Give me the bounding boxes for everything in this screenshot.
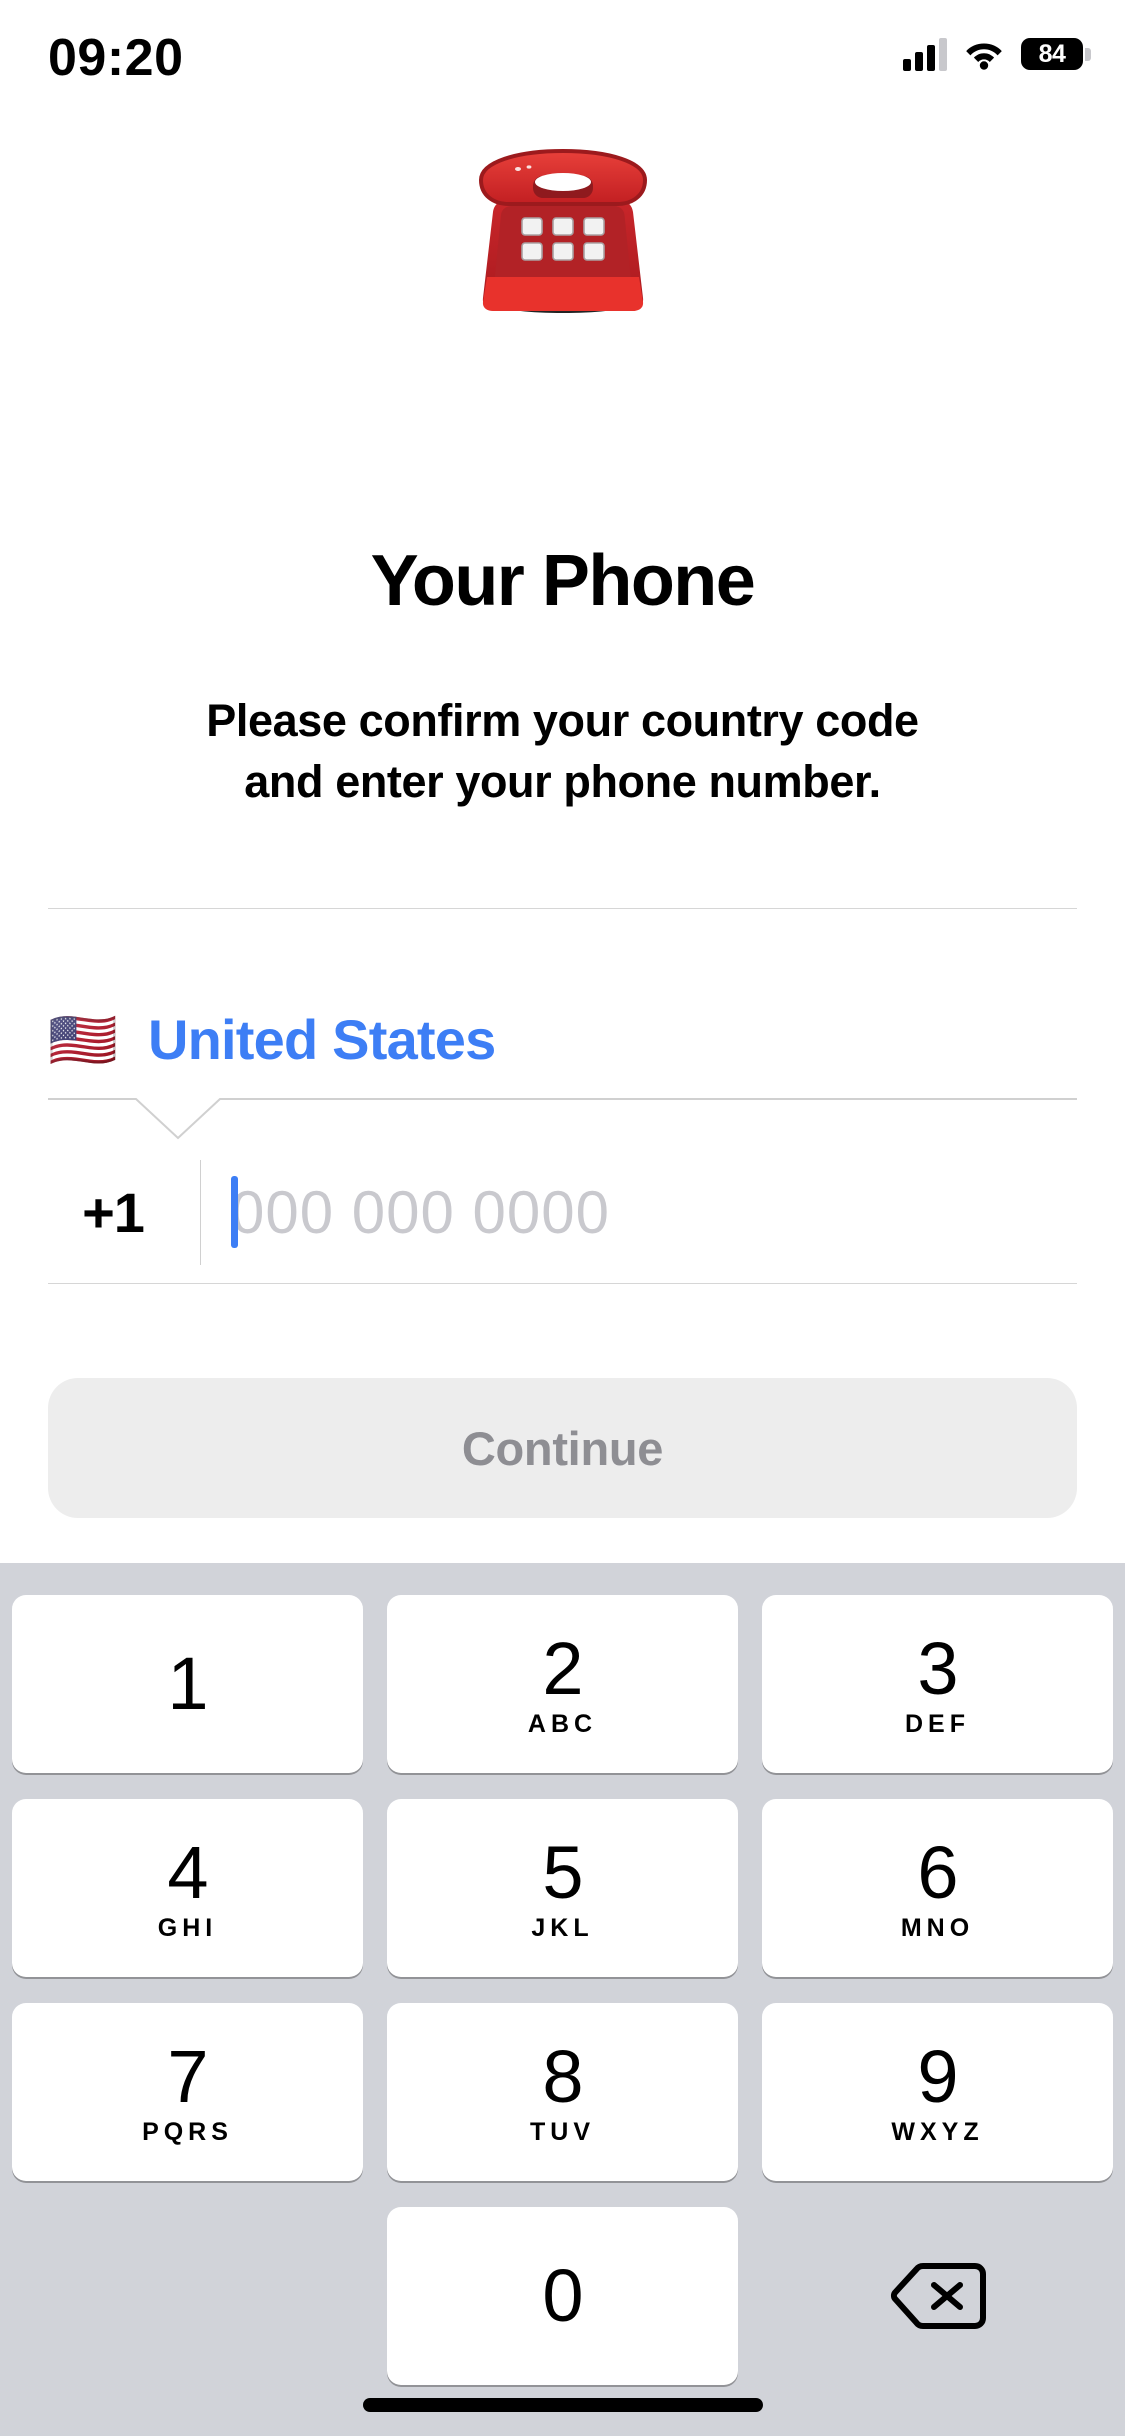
home-indicator xyxy=(362,2398,763,2412)
keypad-key-7[interactable]: 7 PQRS xyxy=(12,2003,363,2181)
phone-number-entry-screen: 09:20 84 Your Phone Please confirm your … xyxy=(0,0,1125,2436)
country-name-label: United States xyxy=(148,1007,496,1071)
keypad-key-digit: 0 xyxy=(542,2254,583,2337)
keypad-cell xyxy=(750,2206,1125,2386)
keypad-key-1[interactable]: 1 xyxy=(12,1595,363,1773)
page-subtitle-line-1: Please confirm your country code xyxy=(206,695,919,746)
keypad-key-9[interactable]: 9 WXYZ xyxy=(762,2003,1113,2181)
page-title: Your Phone xyxy=(370,541,756,621)
status-bar-indicators: 84 xyxy=(903,30,1091,78)
keypad-key-8[interactable]: 8 TUV xyxy=(387,2003,738,2181)
keypad-key-digit: 6 xyxy=(917,1831,958,1914)
keypad-key-digit: 9 xyxy=(917,2035,958,2118)
keypad-key-3[interactable]: 3 DEF xyxy=(762,1595,1113,1773)
keypad-key-0[interactable]: 0 xyxy=(387,2207,738,2385)
telephone-emoji-art xyxy=(478,148,647,313)
keypad-key-letters: JKL xyxy=(531,1914,594,1942)
page-subtitle-line-2: and enter your phone number. xyxy=(244,756,881,807)
country-selector[interactable]: 🇺🇸 United States xyxy=(48,1000,1077,1078)
form-divider-top xyxy=(48,908,1077,909)
keypad-key-digit: 2 xyxy=(542,1627,583,1710)
keypad-cell: 7 PQRS xyxy=(0,2002,375,2182)
keypad-key-5[interactable]: 5 JKL xyxy=(387,1799,738,1977)
keypad-key-6[interactable]: 6 MNO xyxy=(762,1799,1113,1977)
country-code-notch-divider xyxy=(48,1098,1077,1144)
keypad-row-4: 0 xyxy=(0,2206,1125,2386)
keypad-cell: 9 WXYZ xyxy=(750,2002,1125,2182)
keypad-cell: 3 DEF xyxy=(750,1594,1125,1774)
continue-button[interactable]: Continue xyxy=(48,1378,1077,1518)
keypad-cell-empty xyxy=(0,2206,375,2386)
page-subtitle: Please confirm your country code and ent… xyxy=(0,690,1125,812)
keypad-row-3: 7 PQRS 8 TUV 9 WXYZ xyxy=(0,2002,1125,2182)
wifi-icon xyxy=(966,43,1002,70)
keypad-key-digit: 5 xyxy=(542,1831,583,1914)
keypad-cell: 5 JKL xyxy=(375,1798,750,1978)
numeric-keypad: 1 2 ABC 3 DEF 4 GHI 5 JKL 6 MNO 7 PQRS 8… xyxy=(0,1563,1125,2436)
keypad-key-4[interactable]: 4 GHI xyxy=(12,1799,363,1977)
keypad-key-letters: MNO xyxy=(900,1914,975,1942)
keypad-key-letters: GHI xyxy=(157,1914,218,1942)
keypad-row-1: 1 2 ABC 3 DEF xyxy=(0,1594,1125,1774)
keypad-key-letters: TUV xyxy=(530,2118,595,2146)
keypad-key-letters: PQRS xyxy=(142,2118,233,2146)
keypad-key-digit: 1 xyxy=(167,1642,208,1725)
keypad-key-2[interactable]: 2 ABC xyxy=(387,1595,738,1773)
phone-number-placeholder: 000 000 0000 xyxy=(231,1179,611,1246)
battery-percent-label: 84 xyxy=(1038,39,1066,68)
cellular-signal-icon xyxy=(903,37,947,71)
keypad-key-letters: WXYZ xyxy=(891,2118,984,2146)
backspace-key[interactable] xyxy=(762,2207,1113,2385)
keypad-key-letters: ABC xyxy=(527,1710,598,1738)
keypad-row-2: 4 GHI 5 JKL 6 MNO xyxy=(0,1798,1125,1978)
backspace-delete-icon xyxy=(890,2263,986,2329)
status-bar: 09:20 84 xyxy=(0,0,1125,132)
telephone-emoji xyxy=(0,140,1125,320)
phone-number-row: +1 000 000 0000 xyxy=(48,1160,1077,1265)
form-divider-bottom xyxy=(48,1283,1077,1284)
battery-icon: 84 xyxy=(1021,38,1091,70)
keypad-key-letters: DEF xyxy=(905,1710,970,1738)
keypad-cell: 2 ABC xyxy=(375,1594,750,1774)
keypad-cell: 8 TUV xyxy=(375,2002,750,2182)
keypad-cell: 0 xyxy=(375,2206,750,2386)
keypad-key-digit: 8 xyxy=(542,2035,583,2118)
keypad-key-digit: 3 xyxy=(917,1627,958,1710)
status-bar-time: 09:20 xyxy=(48,29,184,87)
keypad-cell: 6 MNO xyxy=(750,1798,1125,1978)
us-flag-emoji: 🇺🇸 xyxy=(48,1008,118,1073)
keypad-key-digit: 4 xyxy=(167,1831,208,1914)
dial-code-label[interactable]: +1 xyxy=(48,1180,178,1245)
text-caret xyxy=(231,1176,238,1248)
keypad-cell: 4 GHI xyxy=(0,1798,375,1978)
keypad-key-digit: 7 xyxy=(167,2035,208,2118)
phone-number-input[interactable]: 000 000 0000 xyxy=(201,1160,1077,1265)
keypad-cell: 1 xyxy=(0,1594,375,1774)
